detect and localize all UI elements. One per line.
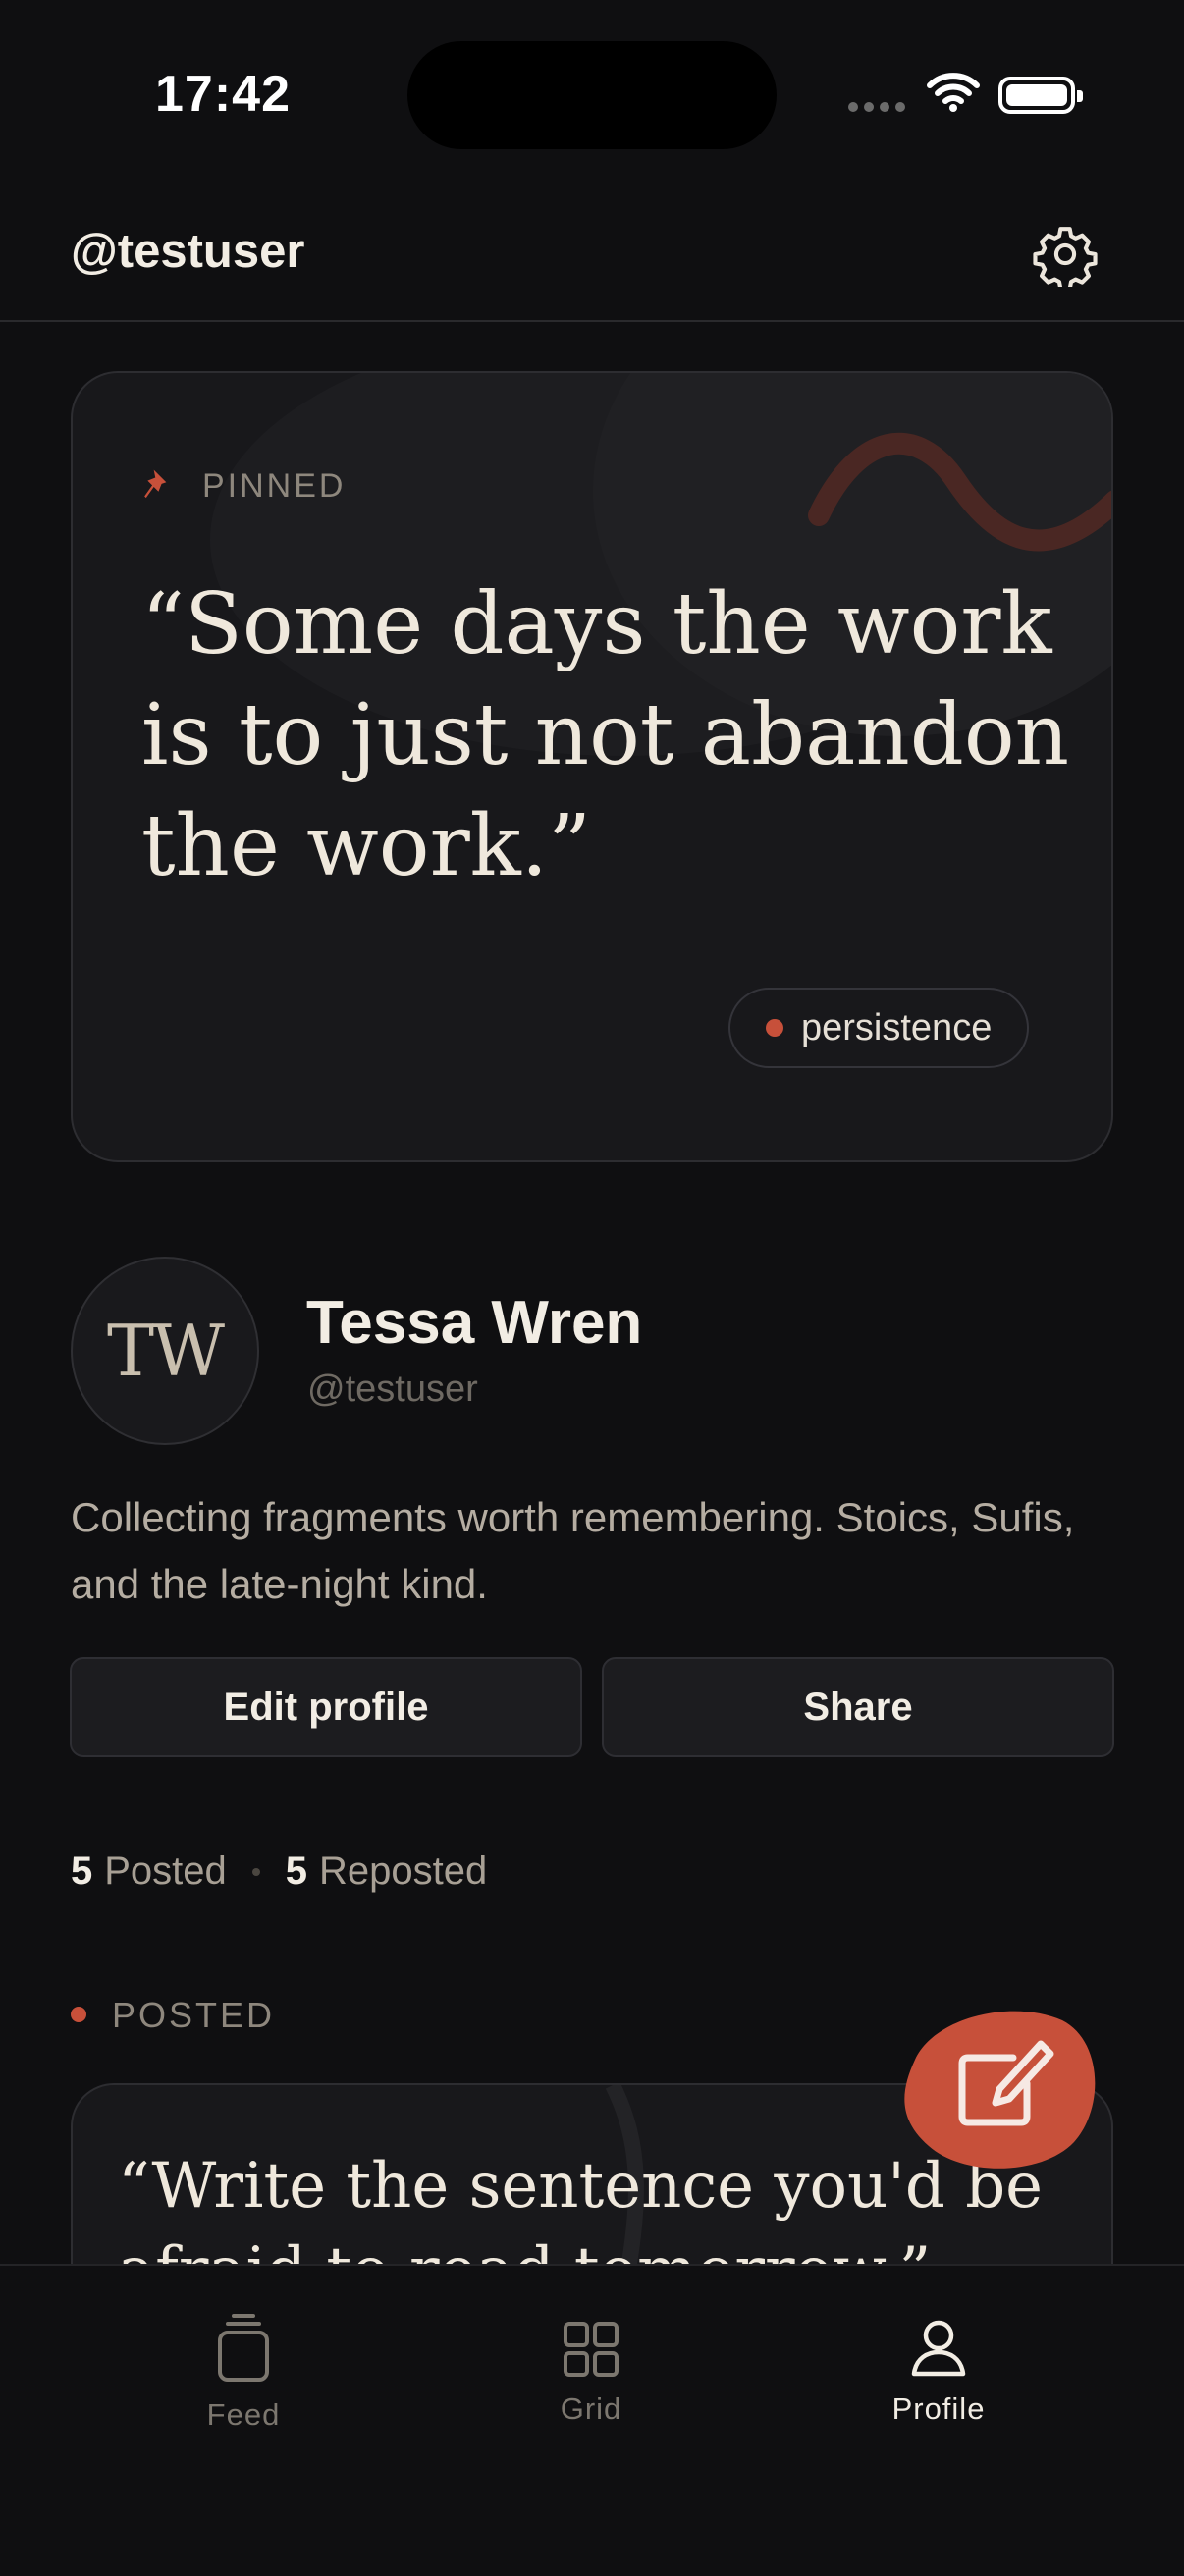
nav-label-profile: Profile xyxy=(891,2391,986,2426)
share-button[interactable]: Share xyxy=(602,1657,1114,1757)
header-handle: @testuser xyxy=(71,225,305,278)
profile-handle: @testuser xyxy=(307,1368,478,1410)
nav-item-profile[interactable]: Profile xyxy=(840,2313,1037,2427)
nav-item-feed[interactable]: Feed xyxy=(145,2313,342,2433)
pinned-quote-text: “Some days the work is to just not aband… xyxy=(141,575,1069,895)
battery-icon xyxy=(998,77,1083,114)
dynamic-island xyxy=(407,41,777,149)
stats-separator xyxy=(251,1867,260,1876)
grid-icon xyxy=(564,2322,619,2377)
gear-icon[interactable] xyxy=(1033,222,1098,287)
profile-name: Tessa Wren xyxy=(306,1289,643,1357)
profile-bio: Collecting fragments worth remembering. … xyxy=(71,1494,1075,1607)
status-time: 17:42 xyxy=(155,66,291,123)
avatar[interactable]: TW xyxy=(71,1257,259,1445)
posted-stat-label: Posted xyxy=(104,1850,227,1893)
wifi-icon xyxy=(927,73,980,112)
tag-label: persistence xyxy=(801,1006,993,1048)
section-dot xyxy=(71,2007,86,2022)
feed-icon xyxy=(218,2314,269,2382)
pinned-quote-card[interactable]: PINNED “Some days the work is to just no… xyxy=(71,371,1113,1162)
pinned-label: PINNED xyxy=(202,467,347,505)
profile-stats: 5 Posted 5 Reposted xyxy=(71,1850,487,1894)
compose-button[interactable] xyxy=(895,1999,1098,2175)
pin-icon xyxy=(144,469,167,499)
avatar-initials: TW xyxy=(106,1310,225,1392)
reposted-count: 5 xyxy=(285,1850,308,1893)
nav-label-grid: Grid xyxy=(560,2391,622,2426)
profile-icon xyxy=(911,2320,966,2377)
reposted-stat-label: Reposted xyxy=(319,1850,488,1893)
nav-item-grid[interactable]: Grid xyxy=(493,2313,689,2427)
posted-count: 5 xyxy=(71,1850,93,1893)
edit-profile-button[interactable]: Edit profile xyxy=(70,1657,582,1757)
tag-dot xyxy=(766,1019,783,1037)
section-title-posted: POSTED xyxy=(112,1995,276,2035)
nav-label-feed: Feed xyxy=(206,2397,281,2432)
signal-icon xyxy=(848,102,905,112)
tag-chip[interactable]: persistence xyxy=(728,988,1030,1068)
header-divider xyxy=(0,320,1184,322)
